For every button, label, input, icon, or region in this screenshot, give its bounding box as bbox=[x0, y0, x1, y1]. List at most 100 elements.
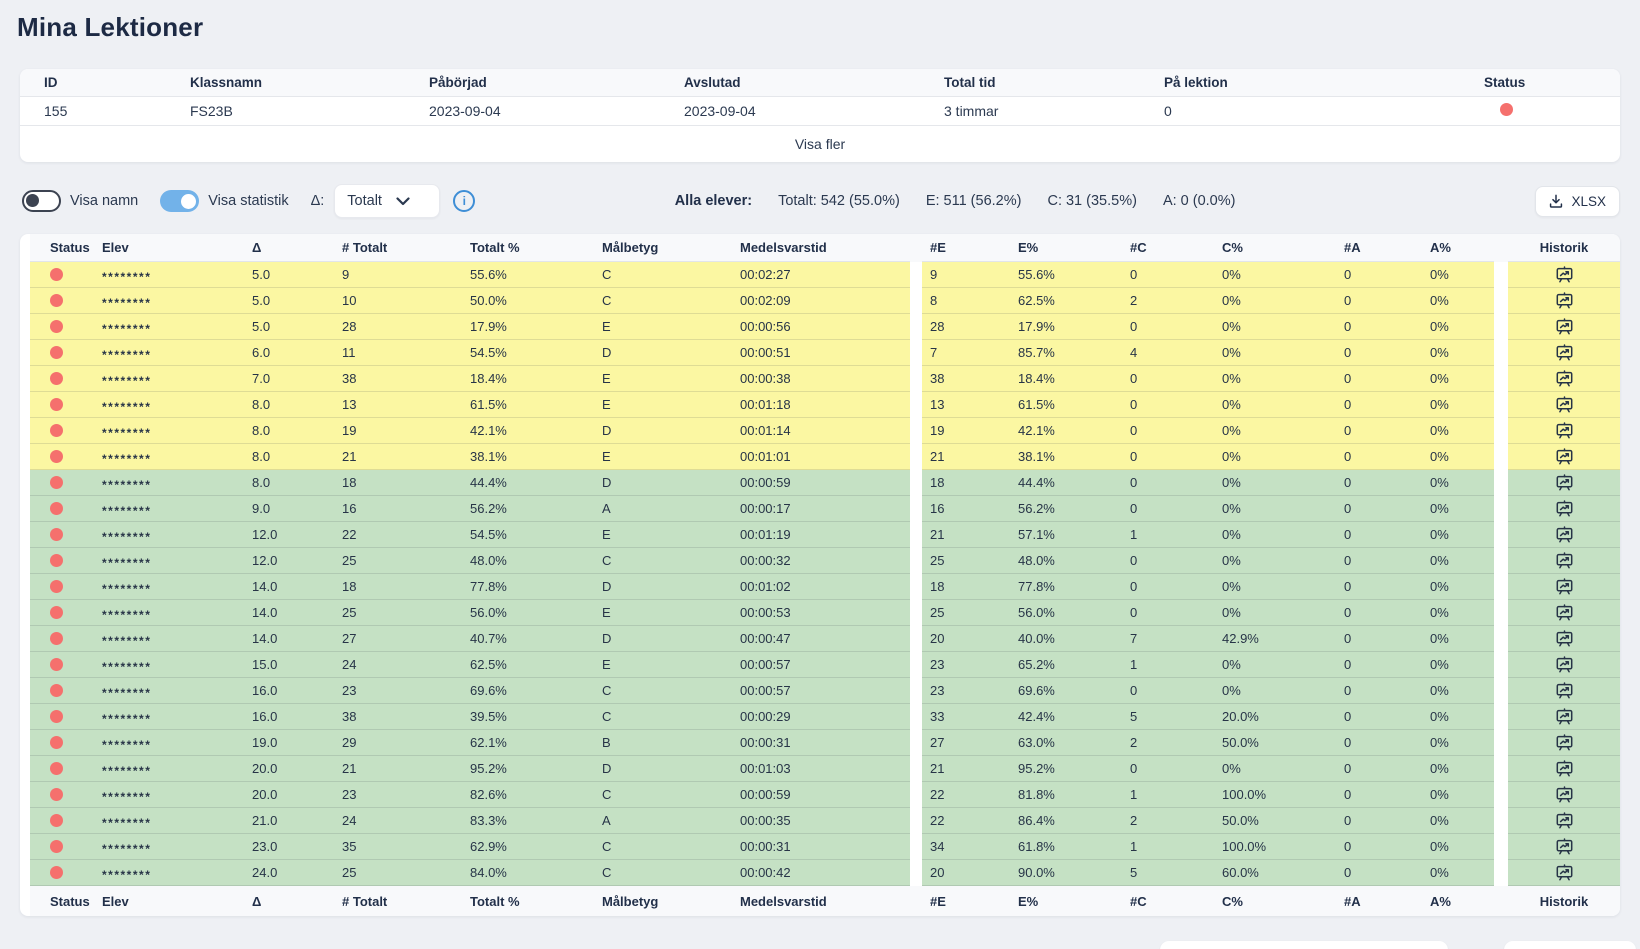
visa-namn-toggle[interactable] bbox=[22, 190, 61, 212]
cell-malbetyg: D bbox=[594, 574, 732, 600]
chart-board-icon[interactable] bbox=[1555, 318, 1574, 336]
cell-c-pct: 0% bbox=[1214, 392, 1336, 418]
chart-board-icon[interactable] bbox=[1555, 734, 1574, 752]
cell-total-count: 21 bbox=[334, 444, 462, 470]
lesson-col-paborjad: Påbörjad bbox=[429, 75, 684, 90]
show-more-link[interactable]: Visa fler bbox=[795, 136, 845, 152]
cell-medelsvarstid: 00:00:42 bbox=[732, 860, 910, 886]
cell-total-count: 13 bbox=[334, 392, 462, 418]
historik-cell bbox=[1508, 756, 1620, 782]
chart-board-icon[interactable] bbox=[1555, 552, 1574, 570]
cell-delta: 8.0 bbox=[244, 418, 334, 444]
cell-a-pct: 0% bbox=[1422, 730, 1494, 756]
export-label: XLSX bbox=[1571, 194, 1606, 209]
col-delta: Δ bbox=[244, 886, 334, 916]
delta-select[interactable]: Totalt bbox=[334, 184, 440, 218]
chart-board-icon[interactable] bbox=[1555, 422, 1574, 440]
student-name: ******** bbox=[94, 444, 244, 470]
student-row: ********6.01154.5%D00:00:51785.7%40%00% bbox=[20, 340, 1620, 366]
cell-c-count: 0 bbox=[1122, 366, 1214, 392]
column-gap bbox=[1494, 756, 1508, 782]
cell-a-pct: 0% bbox=[1422, 262, 1494, 288]
col-historik: Historik bbox=[1508, 886, 1620, 916]
cell-e-pct: 57.1% bbox=[1010, 522, 1122, 548]
column-gap bbox=[1494, 366, 1508, 392]
chart-board-icon[interactable] bbox=[1555, 474, 1574, 492]
historik-cell bbox=[1508, 496, 1620, 522]
cell-medelsvarstid: 00:00:59 bbox=[732, 782, 910, 808]
chart-board-icon[interactable] bbox=[1555, 396, 1574, 414]
cell-malbetyg: C bbox=[594, 782, 732, 808]
status-cell bbox=[30, 340, 94, 366]
column-gap bbox=[910, 314, 922, 340]
chart-board-icon[interactable] bbox=[1555, 708, 1574, 726]
historik-cell bbox=[1508, 366, 1620, 392]
chart-board-icon[interactable] bbox=[1555, 812, 1574, 830]
column-gap bbox=[910, 704, 922, 730]
column-gap bbox=[910, 730, 922, 756]
chart-board-icon[interactable] bbox=[1555, 448, 1574, 466]
col-total-pct: Totalt % bbox=[462, 234, 594, 262]
cell-delta: 16.0 bbox=[244, 678, 334, 704]
cell-e-pct: 90.0% bbox=[1010, 860, 1122, 886]
historik-cell bbox=[1508, 418, 1620, 444]
chart-board-icon[interactable] bbox=[1555, 370, 1574, 388]
cell-e-pct: 86.4% bbox=[1010, 808, 1122, 834]
chart-board-icon[interactable] bbox=[1555, 578, 1574, 596]
page: Mina Lektioner ID Klassnamn Påbörjad Avs… bbox=[0, 0, 1640, 949]
lesson-row[interactable]: 155 FS23B 2023-09-04 2023-09-04 3 timmar… bbox=[20, 97, 1620, 126]
partial-button[interactable] bbox=[1504, 941, 1636, 949]
red-dot-icon bbox=[50, 268, 63, 281]
status-cell bbox=[30, 808, 94, 834]
status-cell bbox=[30, 782, 94, 808]
cell-a-pct: 0% bbox=[1422, 600, 1494, 626]
chart-board-icon[interactable] bbox=[1555, 838, 1574, 856]
chart-board-icon[interactable] bbox=[1555, 630, 1574, 648]
student-row: ********12.02548.0%C00:00:322548.0%00%00… bbox=[20, 548, 1620, 574]
red-dot-icon bbox=[50, 554, 63, 567]
cell-e-count: 7 bbox=[922, 340, 1010, 366]
export-xlsx-button[interactable]: XLSX bbox=[1535, 186, 1620, 217]
cell-c-pct: 42.9% bbox=[1214, 626, 1336, 652]
chart-board-icon[interactable] bbox=[1555, 500, 1574, 518]
historik-cell bbox=[1508, 860, 1620, 886]
cell-total-pct: 54.5% bbox=[462, 522, 594, 548]
col-medelsvarstid: Medelsvarstid bbox=[732, 234, 910, 262]
chart-board-icon[interactable] bbox=[1555, 786, 1574, 804]
chart-board-icon[interactable] bbox=[1555, 344, 1574, 362]
delta-label: Δ: bbox=[311, 193, 325, 209]
cell-delta: 8.0 bbox=[244, 392, 334, 418]
historik-cell bbox=[1508, 704, 1620, 730]
partial-button[interactable] bbox=[1160, 941, 1448, 949]
cell-e-pct: 44.4% bbox=[1010, 470, 1122, 496]
cell-c-count: 0 bbox=[1122, 600, 1214, 626]
chart-board-icon[interactable] bbox=[1555, 266, 1574, 284]
student-name: ******** bbox=[94, 418, 244, 444]
chart-board-icon[interactable] bbox=[1555, 864, 1574, 882]
red-dot-icon bbox=[50, 866, 63, 879]
cell-a-pct: 0% bbox=[1422, 366, 1494, 392]
student-row: ********9.01656.2%A00:00:171656.2%00%00% bbox=[20, 496, 1620, 522]
info-icon[interactable]: i bbox=[453, 190, 475, 212]
column-gap bbox=[1494, 782, 1508, 808]
cell-total-pct: 82.6% bbox=[462, 782, 594, 808]
cell-malbetyg: D bbox=[594, 756, 732, 782]
cell-a-count: 0 bbox=[1336, 444, 1422, 470]
cell-medelsvarstid: 00:00:32 bbox=[732, 548, 910, 574]
col-status: Status bbox=[30, 234, 94, 262]
show-more-row: Visa fler bbox=[20, 126, 1620, 162]
chart-board-icon[interactable] bbox=[1555, 292, 1574, 310]
visa-statistik-toggle[interactable] bbox=[160, 190, 199, 212]
cell-delta: 20.0 bbox=[244, 782, 334, 808]
chart-board-icon[interactable] bbox=[1555, 526, 1574, 544]
cell-malbetyg: E bbox=[594, 366, 732, 392]
chart-board-icon[interactable] bbox=[1555, 656, 1574, 674]
chart-board-icon[interactable] bbox=[1555, 760, 1574, 778]
cell-total-pct: 17.9% bbox=[462, 314, 594, 340]
cell-c-count: 2 bbox=[1122, 288, 1214, 314]
chart-board-icon[interactable] bbox=[1555, 604, 1574, 622]
student-name: ******** bbox=[94, 808, 244, 834]
chart-board-icon[interactable] bbox=[1555, 682, 1574, 700]
column-gap bbox=[1494, 548, 1508, 574]
cell-e-count: 18 bbox=[922, 470, 1010, 496]
